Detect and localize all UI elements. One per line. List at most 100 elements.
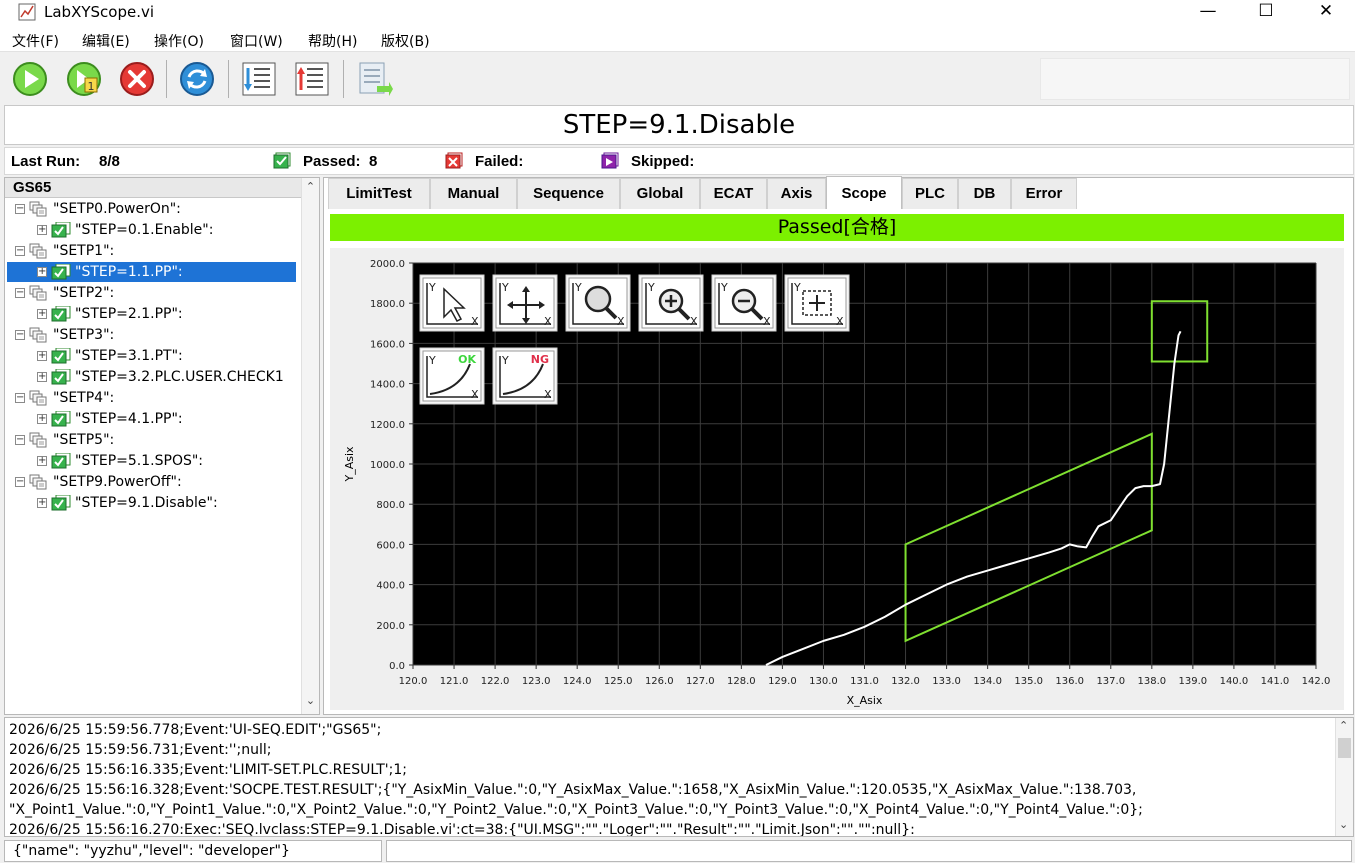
tree-scrollbar[interactable]: ⌃ ⌄ — [301, 178, 319, 714]
export-icon[interactable] — [293, 60, 331, 98]
last-run-value: 8/8 — [99, 153, 120, 170]
report-icon[interactable] — [355, 60, 393, 98]
log-scrollbar[interactable]: ⌃ ⌄ — [1335, 718, 1353, 836]
tool-axis-letter-y: Y — [428, 281, 436, 294]
collapse-icon[interactable]: − — [15, 246, 25, 256]
tab-db[interactable]: DB — [958, 178, 1011, 209]
tree-step-node[interactable]: + "STEP=1.1.PP": — [7, 262, 296, 282]
collapse-icon[interactable]: − — [15, 435, 25, 445]
x-tick-label: 123.0 — [522, 676, 551, 687]
collapse-icon[interactable]: − — [15, 204, 25, 214]
tab-sequence[interactable]: Sequence — [517, 178, 620, 209]
tab-plc[interactable]: PLC — [902, 178, 958, 209]
expand-icon[interactable]: + — [37, 267, 47, 277]
tool-axis-letter-y: Y — [720, 281, 728, 294]
current-step-banner: STEP=9.1.Disable — [4, 105, 1354, 145]
tree-step-node[interactable]: + "STEP=0.1.Enable": — [5, 220, 301, 240]
close-button[interactable]: ✕ — [1296, 0, 1355, 24]
step-icon[interactable]: 1 — [65, 60, 103, 98]
step-group-icon — [29, 390, 47, 406]
expand-icon[interactable]: + — [37, 309, 47, 319]
tool-axis-letter-x: X — [544, 388, 552, 401]
run-icon[interactable] — [11, 60, 49, 98]
tab-ecat[interactable]: ECAT — [700, 178, 767, 209]
tree-step-node[interactable]: + "STEP=2.1.PP": — [5, 304, 301, 324]
tab-limittest[interactable]: LimitTest — [328, 178, 430, 209]
expand-icon[interactable]: + — [37, 225, 47, 235]
minimize-button[interactable]: — — [1178, 0, 1238, 24]
sequence-tree[interactable]: GS65 − "SETP0.PowerOn": + "STEP=0.1.Enable"… — [4, 177, 320, 715]
tree-group-node[interactable]: − "SETP1": — [5, 241, 301, 261]
tree-group-node[interactable]: − "SETP2": — [5, 283, 301, 303]
menu-file[interactable]: 文件(F) — [12, 31, 59, 51]
stop-icon[interactable] — [118, 60, 156, 98]
tree-group-node[interactable]: − "SETP0.PowerOn": — [5, 199, 301, 219]
scroll-up-icon[interactable]: ⌃ — [302, 180, 319, 198]
menu-help[interactable]: 帮助(H) — [308, 31, 357, 51]
tab-scope[interactable]: Scope — [826, 176, 902, 209]
menu-window[interactable]: 窗口(W) — [230, 31, 283, 51]
result-banner: Passed[合格] — [330, 214, 1344, 241]
scroll-up-icon[interactable]: ⌃ — [1339, 719, 1348, 732]
scroll-down-icon[interactable]: ⌄ — [302, 694, 319, 712]
expand-icon[interactable]: + — [37, 498, 47, 508]
refresh-icon[interactable] — [178, 60, 216, 98]
ng-curve-icon[interactable]: Y X NG — [492, 347, 558, 405]
expand-icon[interactable]: + — [37, 414, 47, 424]
tab-manual[interactable]: Manual — [430, 178, 517, 209]
tab-error[interactable]: Error — [1011, 178, 1077, 209]
pan-tool-icon[interactable]: YX — [492, 274, 558, 332]
tab-panel: LimitTest Manual Sequence Global ECAT Ax… — [323, 176, 1354, 715]
xy-graph[interactable]: 120.0 121.0 122.0 123.0 124.0 125.0 126.0 127.0… — [330, 248, 1344, 710]
x-tick-label: 137.0 — [1096, 676, 1125, 687]
tree-node-label: "STEP=1.1.PP": — [75, 264, 183, 280]
zoom-box-tool-icon[interactable]: YX — [784, 274, 850, 332]
log-line: 2026/6/25 15:59:56.778;Event:'UI-SEQ.EDI… — [9, 722, 382, 738]
collapse-icon[interactable]: − — [15, 477, 25, 487]
event-log[interactable]: 2026/6/25 15:59:56.778;Event:'UI-SEQ.EDI… — [4, 717, 1354, 837]
app-icon — [18, 3, 36, 21]
tree-step-node[interactable]: + "STEP=4.1.PP": — [5, 409, 301, 429]
tab-axis[interactable]: Axis — [767, 178, 826, 209]
menu-operate[interactable]: 操作(O) — [154, 31, 204, 51]
xy-scope-plot[interactable]: 120.0 121.0 122.0 123.0 124.0 125.0 126.0 127.0… — [330, 248, 1344, 710]
menu-copyright[interactable]: 版权(B) — [381, 31, 430, 51]
tree-root-label[interactable]: GS65 — [5, 178, 303, 198]
zoom-fit-tool-icon[interactable]: YX — [565, 274, 631, 332]
run-summary: Last Run: 8/8 Passed: 8 Failed: Skipped: — [4, 147, 1354, 175]
expand-icon[interactable]: + — [37, 456, 47, 466]
log-scroll-thumb[interactable] — [1338, 738, 1351, 758]
menu-edit[interactable]: 编辑(E) — [82, 31, 130, 51]
tree-step-node[interactable]: + "STEP=3.1.PT": — [5, 346, 301, 366]
tree-node-label: "SETP9.PowerOff": — [53, 474, 182, 490]
tree-node-label: "STEP=5.1.SPOS": — [75, 453, 204, 469]
user-info: {"name": "yyzhu","level": "developer"} — [4, 840, 382, 862]
maximize-button[interactable]: ☐ — [1236, 0, 1296, 24]
expand-icon[interactable]: + — [37, 351, 47, 361]
x-tick-label: 122.0 — [481, 676, 510, 687]
tree-group-node[interactable]: − "SETP4": — [5, 388, 301, 408]
scroll-down-icon[interactable]: ⌄ — [1339, 818, 1348, 831]
x-tick-label: 131.0 — [850, 676, 879, 687]
tree-step-node[interactable]: + "STEP=3.2.PLC.USER.CHECK1 — [5, 367, 301, 387]
tree-group-node[interactable]: − "SETP9.PowerOff": — [5, 472, 301, 492]
tree-group-node[interactable]: − "SETP3": — [5, 325, 301, 345]
cursor-tool-icon[interactable]: YX — [419, 274, 485, 332]
y-tick-label: 600.0 — [376, 540, 405, 551]
toolbar: 1 — [0, 54, 1355, 104]
collapse-icon[interactable]: − — [15, 330, 25, 340]
ok-curve-icon[interactable]: Y X OK — [419, 347, 485, 405]
expand-icon[interactable]: + — [37, 372, 47, 382]
y-tick-label: 1400.0 — [370, 380, 405, 391]
tree-group-node[interactable]: − "SETP5": — [5, 430, 301, 450]
tab-global[interactable]: Global — [620, 178, 700, 209]
zoom-in-tool-icon[interactable]: YX — [638, 274, 704, 332]
x-tick-label: 124.0 — [563, 676, 592, 687]
tree-step-node[interactable]: + "STEP=9.1.Disable": — [5, 493, 301, 513]
zoom-out-tool-icon[interactable]: YX — [711, 274, 777, 332]
collapse-icon[interactable]: − — [15, 288, 25, 298]
tree-step-node[interactable]: + "STEP=5.1.SPOS": — [5, 451, 301, 471]
passed-value: 8 — [369, 153, 378, 170]
collapse-icon[interactable]: − — [15, 393, 25, 403]
import-icon[interactable] — [240, 60, 278, 98]
